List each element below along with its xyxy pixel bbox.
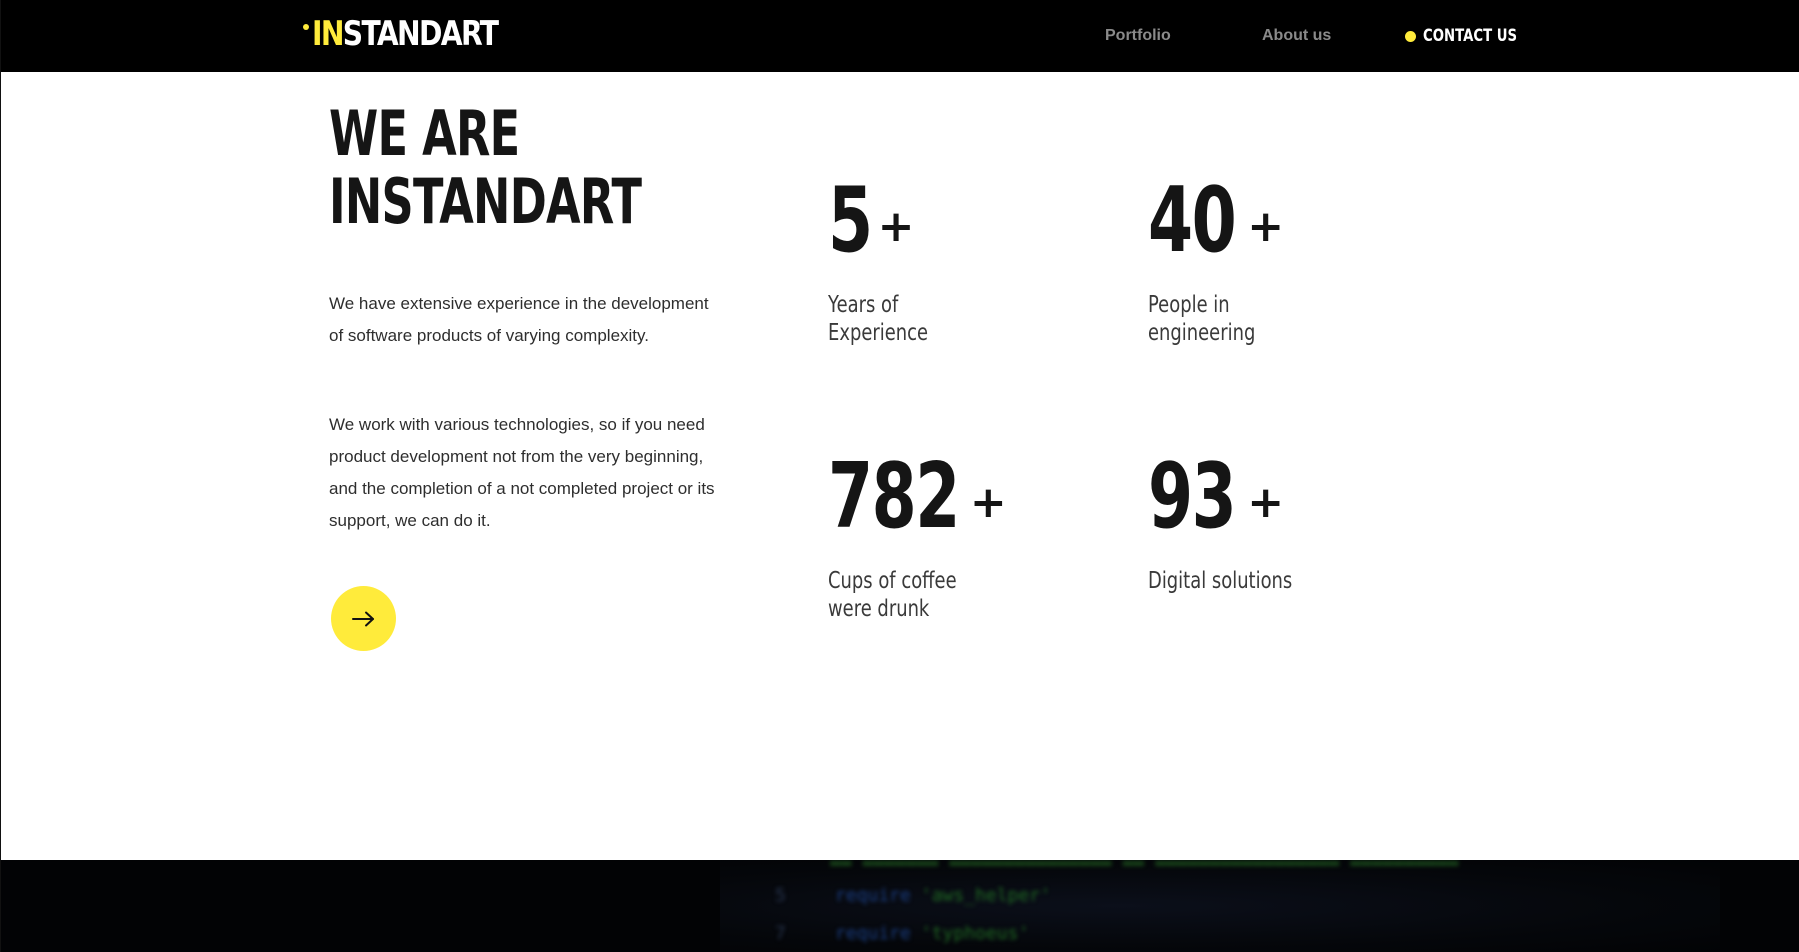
stat-label-line: were drunk (828, 596, 930, 622)
stat-digital-solutions: 93 + Digital solutions (1148, 449, 1333, 595)
code-line-number: 5 (775, 885, 786, 906)
stat-label-line: Digital solutions (1148, 568, 1293, 594)
stat-label: Digital solutions (1148, 567, 1292, 595)
nav-contact-label: CONTACT US (1423, 26, 1518, 46)
stat-years-experience: 5 + Years of Experience (828, 173, 956, 347)
logo-text: INSTANDART (312, 14, 499, 54)
stat-number: 40 + (1148, 173, 1286, 269)
stat-suffix: + (1247, 201, 1285, 252)
code-blur-line: ▬▬ ▬▬▬▬▬▬▬ ▬▬▬▬▬▬▬▬▬▬▬▬▬▬▬ ▬▬ ▬▬▬▬▬▬▬▬▬▬… (830, 860, 1459, 873)
code-string: 'typhoeus' (920, 923, 1030, 944)
code-line: 7 require 'typhoeus' (775, 923, 1029, 944)
stat-value: 93 (1148, 444, 1237, 549)
stat-cups-coffee: 782 + Cups of coffee were drunk (828, 449, 1007, 623)
stat-number: 782 + (828, 449, 1007, 545)
headline-line: WE ARE (329, 97, 520, 170)
logo[interactable]: INSTANDART (303, 14, 535, 54)
stat-value: 782 (828, 444, 960, 549)
stat-people-engineering: 40 + People in engineering (1148, 173, 1286, 347)
code-keyword: require (835, 885, 911, 906)
page-left-edge (0, 0, 1, 952)
stat-label: Cups of coffee were drunk (828, 567, 967, 623)
nav-portfolio[interactable]: Portfolio (1105, 0, 1171, 72)
code-string: 'aws_helper' (920, 885, 1051, 906)
stat-label-line: People in (1148, 292, 1230, 318)
code-line-number: 7 (775, 923, 786, 944)
stat-value: 40 (1148, 168, 1237, 273)
stat-label: People in engineering (1148, 291, 1255, 347)
stat-suffix: + (1247, 477, 1285, 528)
arrow-right-icon (351, 611, 374, 626)
page-headline: WE ARE INSTANDART (329, 97, 642, 238)
code-line: 5 require 'aws_helper' (775, 885, 1051, 906)
stat-label-line: Experience (828, 320, 929, 346)
stat-label-line: engineering (1148, 320, 1256, 346)
stat-number: 5 + (828, 173, 956, 269)
stat-suffix: + (877, 201, 915, 252)
intro-paragraph-2: We work with various technologies, so if… (329, 415, 715, 530)
stat-number: 93 + (1148, 449, 1333, 545)
headline-line: INSTANDART (329, 165, 642, 238)
stat-label-line: Cups of coffee (828, 568, 957, 594)
stat-label-line: Years of (828, 292, 899, 318)
code-keyword: require (835, 923, 911, 944)
stat-label: Years of Experience (828, 291, 928, 347)
code-background-band: ▬▬ ▬▬▬▬▬▬▬ ▬▬▬▬▬▬▬▬▬▬▬▬▬▬▬ ▬▬ ▬▬▬▬▬▬▬▬▬▬… (0, 860, 1799, 952)
nav-about-label: About us (1262, 27, 1332, 44)
nav-about-us[interactable]: About us (1262, 0, 1331, 72)
site-header: INSTANDART Portfolio About us CONTACT US (0, 0, 1799, 72)
stat-value: 5 (828, 168, 873, 273)
intro-paragraph-1: We have extensive experience in the deve… (329, 294, 709, 345)
contact-dot-icon (1405, 30, 1416, 42)
stat-suffix: + (969, 477, 1007, 528)
logo-dot-icon (303, 24, 309, 30)
nav-portfolio-label: Portfolio (1105, 27, 1171, 44)
nav-contact-us[interactable]: CONTACT US (1405, 0, 1544, 72)
next-arrow-button[interactable] (331, 586, 396, 651)
